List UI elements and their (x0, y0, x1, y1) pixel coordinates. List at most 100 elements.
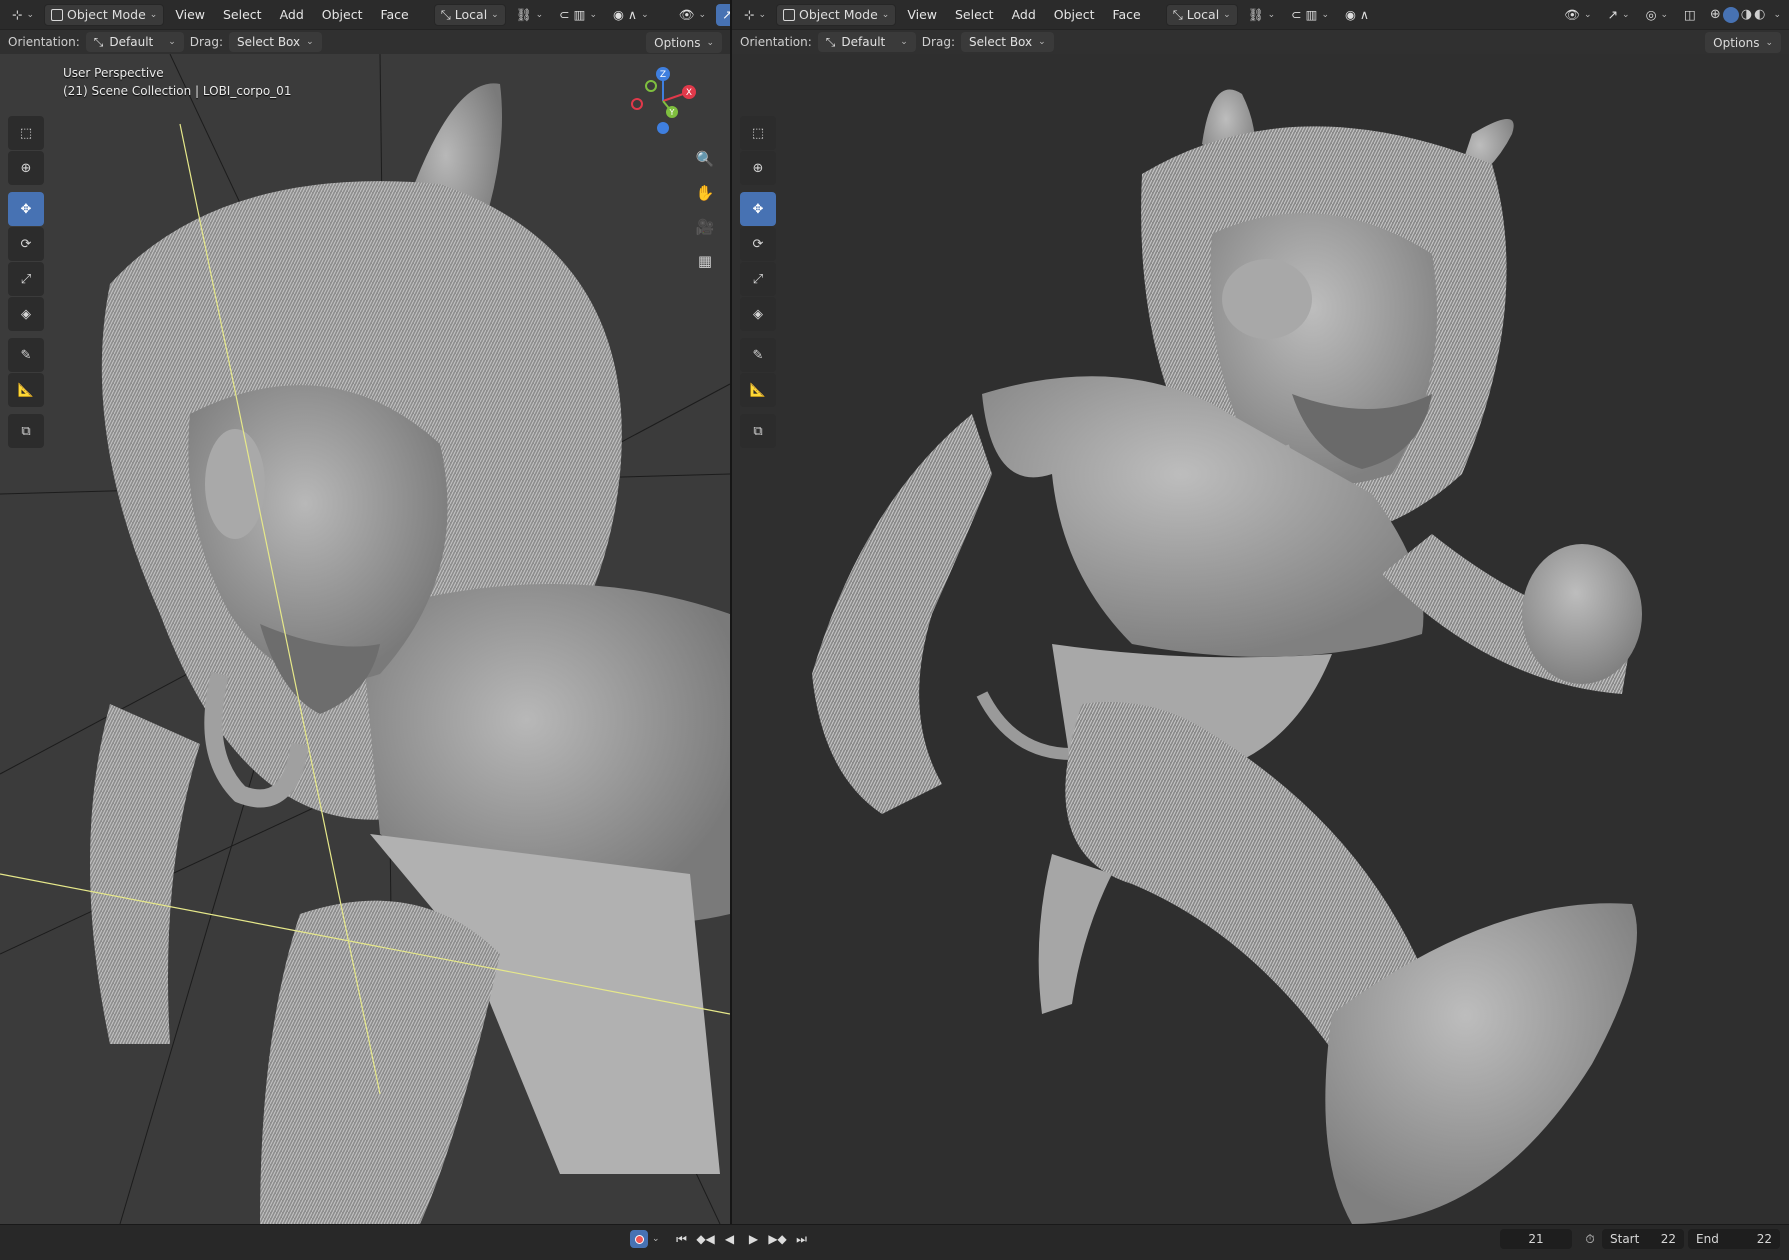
gizmo-neg-y[interactable] (645, 80, 657, 92)
tool-select-box[interactable]: ⬚ (8, 116, 44, 150)
navigation-gizmo[interactable]: Z X Y (628, 66, 698, 136)
play-reverse-button[interactable]: ◀ (720, 1229, 740, 1249)
gizmo-neg-z[interactable] (657, 122, 669, 134)
playback-controls: ⌄ ⏮ ◆◀ ◀ ▶ ▶◆ ⏭ (630, 1229, 812, 1249)
tool-measure[interactable]: 📐 (8, 373, 44, 407)
camera-view-icon[interactable]: 🎥 (692, 214, 718, 240)
editor-type-button[interactable]: ⊹ ⌄ (738, 4, 772, 26)
end-frame-field[interactable]: End 22 (1688, 1229, 1780, 1249)
view-name: User Perspective (63, 66, 164, 80)
pivot-icon: ⛓ (515, 6, 532, 22)
preview-range-button[interactable]: ⏱ (1580, 1229, 1600, 1249)
tool-cursor[interactable]: ⊕ (8, 151, 44, 185)
left-viewport-canvas[interactable]: ⬚ ⊕ ✥ ⟳ ⤢ ◈ ✎ 📐 ⧉ User Perspective (21) … (0, 54, 730, 1224)
snap-button[interactable]: ⊂ ▥ ⌄ (1285, 4, 1335, 26)
rotate-icon: ⟳ (20, 236, 32, 252)
measure-icon: 📐 (749, 382, 767, 398)
gizmo-toggle-button[interactable]: ↗ ⌄ (1602, 4, 1636, 26)
tool-transform[interactable]: ◈ (8, 297, 44, 331)
jump-to-end-button[interactable]: ⏭ (792, 1229, 812, 1249)
gizmo-neg-x[interactable] (631, 98, 643, 110)
menu-object[interactable]: Object (315, 7, 370, 22)
tool-scale[interactable]: ⤢ (8, 262, 44, 296)
xray-toggle-button[interactable]: ◫ (1678, 4, 1702, 26)
overlays-button[interactable]: ◎ ⌄ (1640, 4, 1674, 26)
jump-prev-keyframe-button[interactable]: ◆◀ (696, 1229, 716, 1249)
pan-hand-icon[interactable]: ✋ (692, 180, 718, 206)
chevron-down-icon: ⌄ (168, 37, 176, 47)
tool-add-cube[interactable]: ⧉ (8, 414, 44, 448)
editor-type-button[interactable]: ⊹ ⌄ (6, 4, 40, 26)
gizmo-toggle-button[interactable]: ↗ (716, 3, 730, 26)
wireframe-shading-icon[interactable]: ⊕ (1710, 7, 1721, 22)
ortho-grid-icon[interactable]: ▦ (692, 248, 718, 274)
tool-add-cube[interactable]: ⧉ (740, 414, 776, 448)
proportional-editing-button[interactable]: ◉ ∧ (1339, 4, 1375, 26)
eye-icon: 👁 (678, 6, 695, 22)
material-shading-icon[interactable]: ◑ (1741, 7, 1752, 22)
jump-to-start-button[interactable]: ⏮ (672, 1229, 692, 1249)
snap-button[interactable]: ⊂ ▥ ⌄ (553, 4, 603, 26)
timeline-bar: ⌄ ⏮ ◆◀ ◀ ▶ ▶◆ ⏭ 21 ⏱ Start 22 End 22 (0, 1224, 1789, 1260)
rendered-shading-icon[interactable]: ◐ (1754, 7, 1765, 22)
orientation-selector[interactable]: ⤡ Default ⌄ (817, 32, 916, 52)
tool-transform[interactable]: ◈ (740, 297, 776, 331)
tool-select-box[interactable]: ⬚ (740, 116, 776, 150)
options-button[interactable]: Options ⌄ (646, 32, 722, 53)
menu-object[interactable]: Object (1047, 7, 1102, 22)
menu-select[interactable]: Select (216, 7, 269, 22)
tool-annotate[interactable]: ✎ (8, 338, 44, 372)
timeline-ruler[interactable] (0, 1254, 1789, 1260)
drag-value: Select Box (968, 35, 1033, 49)
menu-face[interactable]: Face (373, 7, 415, 22)
solid-shading-icon[interactable] (1722, 6, 1739, 23)
menu-add[interactable]: Add (1005, 7, 1043, 22)
pivot-point-button[interactable]: ⛓ ⌄ (1242, 4, 1281, 26)
current-frame-field[interactable]: 21 (1500, 1229, 1572, 1249)
menu-view[interactable]: View (900, 7, 944, 22)
tool-rotate[interactable]: ⟳ (8, 227, 44, 261)
chevron-down-icon: ⌄ (706, 37, 714, 48)
chevron-down-icon: ⌄ (149, 9, 158, 20)
jump-start-icon: ⏮ (676, 1231, 687, 1246)
current-frame-value: 21 (1528, 1232, 1544, 1246)
chevron-down-icon[interactable]: ⌄ (1773, 10, 1781, 20)
auto-keying-button[interactable] (630, 1230, 648, 1248)
tool-rotate[interactable]: ⟳ (740, 227, 776, 261)
drag-selector[interactable]: Select Box ⌄ (960, 32, 1054, 52)
menu-face[interactable]: Face (1105, 7, 1147, 22)
visibility-button[interactable]: 👁 ⌄ (673, 4, 712, 26)
tool-cursor[interactable]: ⊕ (740, 151, 776, 185)
tool-move[interactable]: ✥ (8, 192, 44, 226)
mode-selector[interactable]: Object Mode ⌄ (44, 3, 165, 26)
menu-view[interactable]: View (168, 7, 212, 22)
drag-label: Drag: (921, 35, 955, 49)
orientation-icon: ⤡ (93, 34, 104, 49)
menu-select[interactable]: Select (948, 7, 1001, 22)
end-value: 22 (1756, 1232, 1772, 1246)
orientation-value: Default (109, 35, 154, 49)
start-frame-field[interactable]: Start 22 (1602, 1229, 1684, 1249)
visibility-button[interactable]: 👁 ⌄ (1558, 4, 1597, 26)
right-viewport-canvas[interactable]: ⬚ ⊕ ✥ ⟳ ⤢ ◈ ✎ 📐 ⧉ (732, 54, 1789, 1224)
tool-move[interactable]: ✥ (740, 192, 776, 226)
pivot-point-button[interactable]: ⛓ ⌄ (510, 4, 549, 26)
right-tool-settings-bar: Orientation: ⤡ Default ⌄ Drag: Select Box ⌄ (732, 30, 1789, 54)
drag-selector[interactable]: Select Box ⌄ (228, 32, 322, 52)
chevron-down-icon[interactable]: ⌄ (652, 1234, 660, 1244)
options-button[interactable]: Options ⌄ (1705, 32, 1781, 53)
play-button[interactable]: ▶ (744, 1229, 764, 1249)
jump-next-keyframe-button[interactable]: ▶◆ (768, 1229, 788, 1249)
transform-orientation-selector[interactable]: ⤡ Local ⌄ (433, 3, 506, 26)
tool-measure[interactable]: 📐 (740, 373, 776, 407)
proportional-editing-button[interactable]: ◉ ∧ ⌄ (607, 4, 655, 26)
tool-annotate[interactable]: ✎ (740, 338, 776, 372)
transform-orientation-selector[interactable]: ⤡ Local ⌄ (1165, 3, 1238, 26)
menu-add[interactable]: Add (273, 7, 311, 22)
mode-selector[interactable]: Object Mode ⌄ (776, 3, 897, 26)
zoom-icon[interactable]: 🔍 (692, 146, 718, 172)
chevron-down-icon: ⌄ (1038, 37, 1046, 47)
orientation-selector[interactable]: ⤡ Default ⌄ (85, 32, 184, 52)
end-label: End (1696, 1232, 1719, 1246)
tool-scale[interactable]: ⤢ (740, 262, 776, 296)
